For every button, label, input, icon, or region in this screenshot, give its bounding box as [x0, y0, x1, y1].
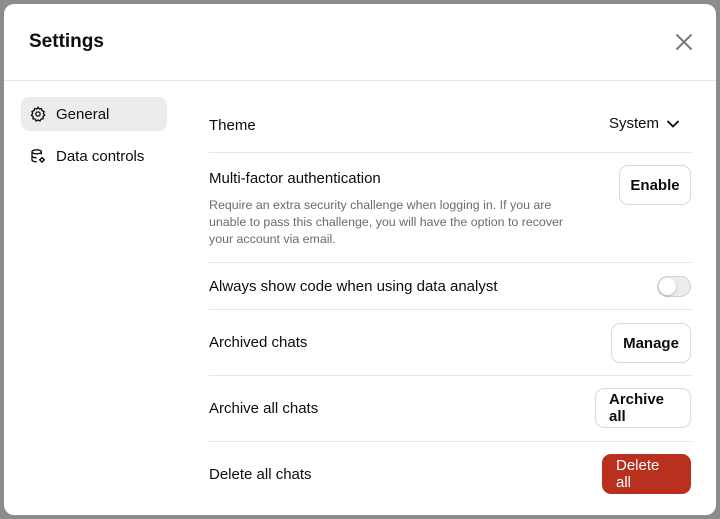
archive-all-button[interactable]: Archive all	[595, 388, 691, 428]
setting-row-delete-all: Delete all chats Delete all	[209, 442, 691, 508]
setting-row-code: Always show code when using data analyst	[209, 263, 691, 310]
setting-row-theme: Theme System	[209, 82, 691, 153]
show-code-toggle[interactable]	[657, 276, 691, 297]
close-icon	[676, 34, 692, 50]
archive-all-label: Archive all chats	[209, 400, 319, 417]
chevron-down-icon	[667, 120, 679, 128]
setting-row-archived: Archived chats Manage	[209, 310, 691, 376]
enable-mfa-button[interactable]: Enable	[619, 165, 691, 205]
gear-icon	[29, 105, 47, 123]
setting-row-mfa: Multi-factor authentication Require an e…	[209, 153, 691, 263]
theme-label: Theme	[209, 117, 256, 134]
dialog-header: Settings	[4, 4, 716, 81]
dialog-title: Settings	[29, 31, 104, 52]
archived-label: Archived chats	[209, 334, 308, 351]
sidebar-item-label: Data controls	[56, 147, 145, 165]
settings-dialog: Settings General Data controls Theme Sys…	[4, 4, 716, 515]
theme-value: System	[608, 115, 659, 132]
setting-row-archive-all: Archive all chats Archive all	[209, 376, 691, 442]
mfa-label: Multi-factor authentication	[209, 170, 381, 187]
mfa-description: Require an extra security challenge when…	[209, 198, 564, 246]
sidebar-item-general[interactable]: General	[21, 97, 167, 131]
theme-dropdown[interactable]: System	[609, 115, 679, 132]
settings-content: Theme System Multi-factor authentication…	[209, 82, 691, 508]
sidebar-item-data-controls[interactable]: Data controls	[21, 139, 167, 173]
settings-sidebar: General Data controls	[21, 97, 167, 181]
close-button[interactable]	[672, 30, 696, 54]
sidebar-item-label: General	[56, 105, 110, 123]
code-label: Always show code when using data analyst	[209, 278, 498, 295]
delete-all-label: Delete all chats	[209, 466, 312, 483]
database-settings-icon	[29, 147, 47, 165]
delete-all-button[interactable]: Delete all	[602, 454, 691, 494]
manage-archived-button[interactable]: Manage	[611, 323, 691, 363]
toggle-knob	[659, 278, 676, 295]
